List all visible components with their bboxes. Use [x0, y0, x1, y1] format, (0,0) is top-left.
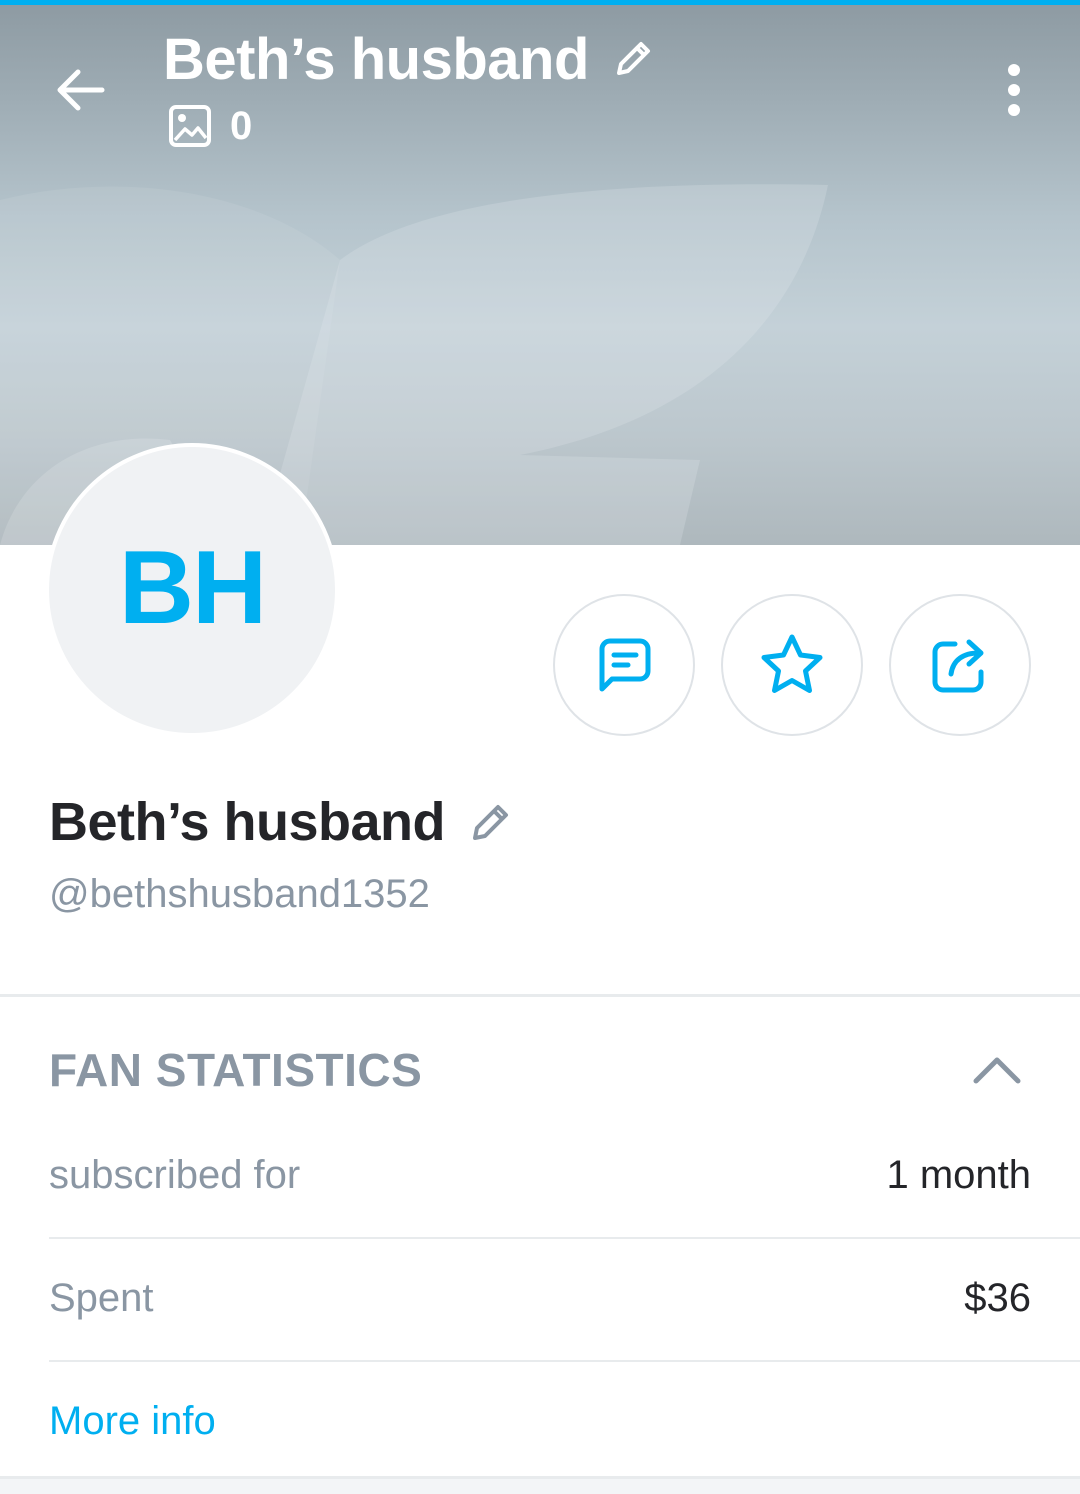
- star-icon: [761, 634, 823, 693]
- name-edit-button[interactable]: [469, 800, 513, 844]
- profile-page: Beth’s husband 0 BH Beth’s husband @beth…: [0, 0, 1080, 1494]
- avatar-initials: BH: [118, 529, 267, 646]
- chevron-up-icon: [973, 1057, 1021, 1084]
- row-divider: [49, 1360, 1080, 1362]
- avatar[interactable]: BH: [45, 443, 339, 737]
- image-icon: [169, 105, 211, 147]
- favorite-button[interactable]: [721, 594, 863, 736]
- more-info-link[interactable]: More info: [49, 1391, 216, 1451]
- fan-statistics-title: FAN STATISTICS: [49, 1044, 423, 1096]
- share-button[interactable]: [889, 594, 1031, 736]
- media-count: 0: [168, 100, 252, 152]
- username: @bethshusband1352: [49, 871, 430, 916]
- message-button[interactable]: [553, 594, 695, 736]
- top-accent-line: [0, 0, 1080, 5]
- section-divider: [0, 994, 1080, 997]
- pencil-icon: [473, 805, 509, 840]
- stat-value-spent: $36: [964, 1275, 1031, 1320]
- message-icon: [599, 638, 651, 692]
- row-divider: [49, 1237, 1080, 1239]
- more-options-button[interactable]: [984, 56, 1044, 124]
- header-title: Beth’s husband: [163, 24, 655, 94]
- stat-value-subscribed: 1 month: [886, 1152, 1031, 1197]
- header-edit-button[interactable]: [611, 37, 655, 81]
- profile-name-text: Beth’s husband: [49, 792, 446, 852]
- header-title-text: Beth’s husband: [163, 26, 589, 92]
- stat-label-subscribed: subscribed for: [49, 1152, 301, 1197]
- pencil-icon: [616, 42, 650, 75]
- back-button[interactable]: [40, 50, 120, 130]
- stat-label-spent: Spent: [49, 1275, 154, 1320]
- more-vertical-icon: [1008, 64, 1020, 116]
- collapse-button[interactable]: [962, 1038, 1032, 1102]
- bottom-band: [0, 1479, 1080, 1494]
- media-count-value: 0: [230, 103, 253, 148]
- share-icon: [932, 639, 984, 693]
- profile-name: Beth’s husband: [49, 784, 513, 860]
- back-arrow-icon: [57, 69, 105, 111]
